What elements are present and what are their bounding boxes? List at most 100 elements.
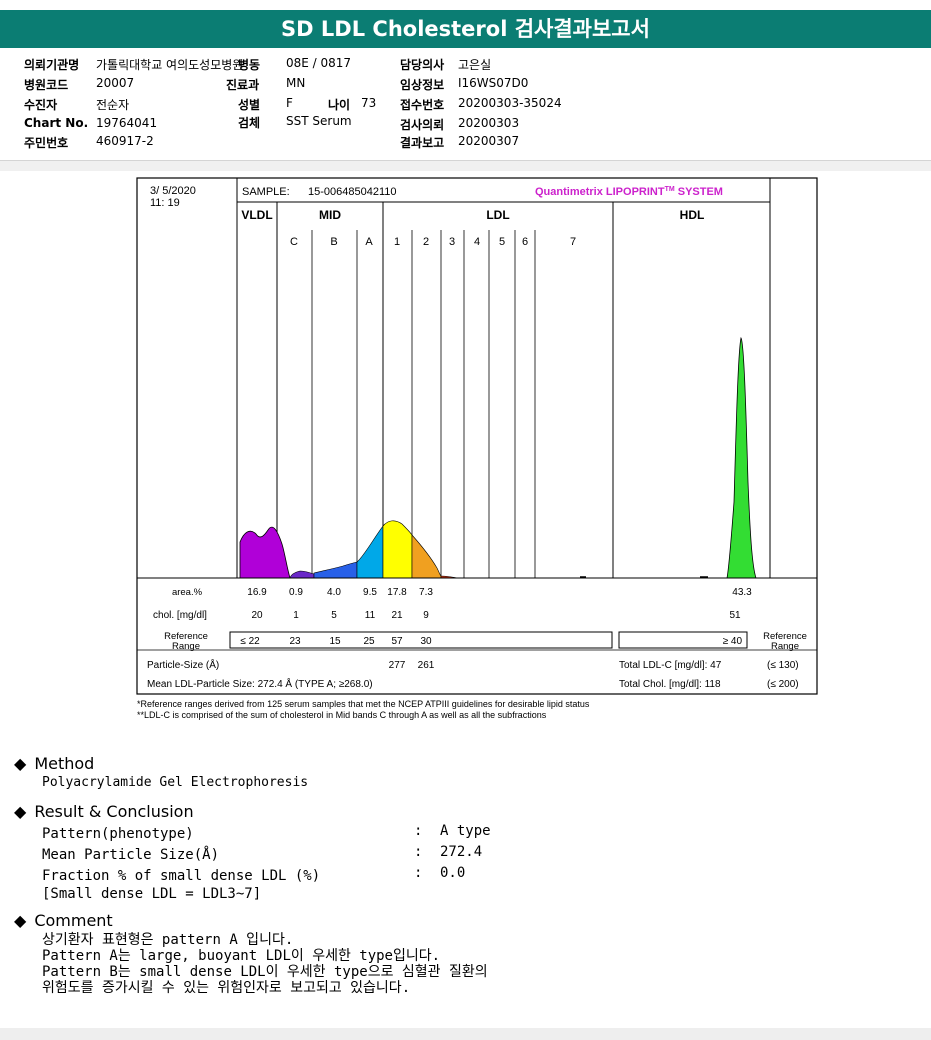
result-row-value: 272.4 (440, 844, 483, 860)
ref-vldl: ≤ 22 (240, 636, 260, 647)
group-ldl: LDL (486, 208, 509, 222)
diamond-bullet-icon: ◆ (14, 802, 27, 821)
band-4: 4 (474, 236, 480, 248)
total-ldl-c-ref: (≤ 130) (767, 660, 799, 671)
dept-label: 진료과 (226, 78, 260, 92)
method-heading: ◆ Method (14, 754, 308, 773)
chol-vldl: 20 (251, 610, 263, 621)
band-a: A (365, 236, 373, 248)
ref-ldl2: 30 (420, 636, 432, 647)
band-c: C (290, 236, 298, 248)
result-row-label: Pattern(phenotype) (42, 826, 194, 842)
comment-line: 위험도를 증가시킬 수 있는 위험인자로 보고되고 있습니다. (42, 980, 411, 996)
particle-size-ldl2: 261 (418, 660, 435, 671)
report-title: SD LDL Cholesterol 검사결과보고서 (0, 10, 931, 48)
ref-label-2: Range (172, 641, 200, 652)
patient-name: 전순자 (96, 98, 130, 112)
ref-c: 23 (289, 636, 301, 647)
result-section: ◆ Result & Conclusion Pattern(phenotype) … (14, 802, 491, 902)
sample-id: 15-006485042110 (308, 186, 397, 198)
diamond-bullet-icon: ◆ (14, 911, 27, 930)
hospital-code-value: 20007 (96, 76, 135, 90)
band-5: 5 (499, 236, 505, 248)
comment-heading: ◆ Comment (14, 911, 488, 930)
comment-heading-text: Comment (34, 911, 113, 930)
ward-label: 병동 (238, 58, 261, 72)
ref-hdl: ≥ 40 (723, 636, 743, 647)
dept-value: MN (286, 76, 306, 90)
age-label: 나이 (328, 98, 351, 112)
group-mid: MID (319, 208, 341, 222)
result-row-label: Fraction % of small dense LDL (%) (42, 868, 321, 884)
band-b: B (330, 236, 337, 248)
hospital-code-label: 병원코드 (24, 78, 69, 92)
clinical-value: I16WS07D0 (458, 76, 529, 90)
lipoprint-time: 11: 19 (150, 197, 180, 209)
institution-value: 가톨릭대학교 여의도성모병원 (96, 58, 244, 72)
doctor-value: 고은실 (458, 58, 492, 72)
specimen-value: SST Serum (286, 114, 352, 128)
area-ldl2: 7.3 (419, 587, 433, 598)
band-7: 7 (570, 236, 576, 248)
chol-label: chol. [mg/dl] (153, 610, 207, 621)
area-label: area.% (172, 587, 203, 598)
ref-ldl1: 57 (391, 636, 403, 647)
result-label: 결과보고 (400, 136, 445, 150)
area-a: 9.5 (363, 587, 377, 598)
chol-ldl1: 21 (391, 610, 403, 621)
result-row-size: Mean Particle Size(Å) : 272.4 (42, 844, 482, 865)
method-section: ◆ Method Polyacrylamide Gel Electrophores… (14, 754, 308, 790)
chart-label: Chart No. (24, 116, 89, 130)
chol-c: 1 (293, 610, 299, 621)
band-3: 3 (449, 236, 455, 248)
group-hdl: HDL (680, 208, 705, 222)
comment-lines: 상기환자 표현형은 pattern A 입니다. Pattern A는 larg… (42, 932, 488, 996)
area-ldl1: 17.8 (387, 587, 407, 598)
result-row-label: Mean Particle Size(Å) (42, 847, 220, 863)
method-text: Polyacrylamide Gel Electrophoresis (42, 775, 309, 790)
comment-section: ◆ Comment 상기환자 표현형은 pattern A 입니다. Patter… (14, 911, 488, 996)
sex-label: 성별 (238, 98, 261, 112)
result-row-value: 0.0 (440, 865, 466, 881)
age-value: 73 (361, 96, 377, 110)
request-label: 검사의뢰 (400, 118, 445, 132)
doctor-label: 담당의사 (400, 58, 445, 72)
diamond-bullet-icon: ◆ (14, 754, 27, 773)
comment-line: 상기환자 표현형은 pattern A 입니다. (42, 932, 294, 948)
institution-label: 의뢰기관명 (24, 58, 80, 72)
ward-value: 08E / 0817 (286, 56, 352, 70)
band-2: 2 (423, 236, 429, 248)
ref-a: 25 (363, 636, 375, 647)
specimen-label: 검체 (238, 116, 261, 130)
id-label: 주민번호 (24, 136, 69, 150)
id-value: 460917-2 (96, 134, 154, 148)
result-row-pattern: Pattern(phenotype) : A type (42, 823, 491, 844)
bottom-band (0, 1028, 931, 1040)
result-note: [Small dense LDL = LDL3~7] (42, 886, 262, 902)
lipoprint-date: 3/ 5/2020 (150, 185, 196, 197)
divider-band (0, 161, 931, 171)
band-1: 1 (394, 236, 400, 248)
area-hdl: 43.3 (732, 587, 752, 598)
chart-value: 19764041 (96, 116, 158, 130)
patient-info-panel: 의뢰기관명 가톨릭대학교 여의도성모병원 병동 08E / 0817 담당의사 … (0, 48, 931, 161)
particle-size-ldl1: 277 (389, 660, 406, 671)
comment-line: Pattern B는 small dense LDL이 우세한 type으로 심… (42, 964, 488, 980)
brand-name: Quantimetrix LIPOPRINTTM SYSTEM (535, 186, 723, 198)
result-value: 20200307 (458, 134, 520, 148)
result-heading-text: Result & Conclusion (34, 802, 194, 821)
result-row-value: A type (440, 823, 491, 839)
chol-ldl2: 9 (423, 610, 429, 621)
chol-a: 11 (365, 610, 376, 621)
footnote-reference: *Reference ranges derived from 125 serum… (137, 699, 590, 709)
result-heading: ◆ Result & Conclusion (14, 802, 320, 821)
chol-b: 5 (331, 610, 337, 621)
request-value: 20200303 (458, 116, 520, 130)
mean-ldl-particle-size: Mean LDL-Particle Size: 272.4 Å (TYPE A;… (147, 677, 373, 690)
total-chol-ref: (≤ 200) (767, 679, 799, 690)
result-row-sep: : (414, 823, 423, 839)
area-c: 0.9 (289, 587, 303, 598)
sample-label: SAMPLE: (242, 186, 290, 198)
sex-value: F (286, 96, 293, 110)
band-6: 6 (522, 236, 528, 248)
